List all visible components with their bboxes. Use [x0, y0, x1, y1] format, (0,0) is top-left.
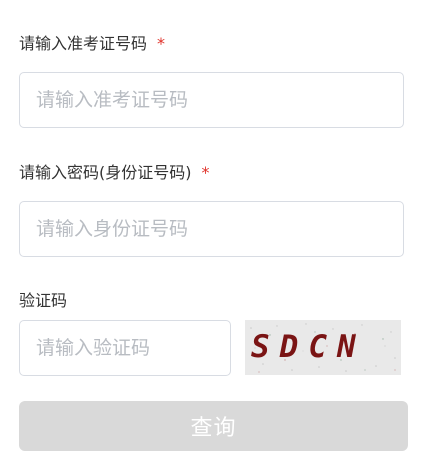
exam-number-label-text: 请输入准考证号码	[19, 34, 148, 53]
password-label-text: 请输入密码(身份证号码)	[19, 163, 192, 182]
exam-number-input[interactable]	[20, 73, 403, 127]
captcha-text: SDCN	[251, 329, 366, 365]
captcha-label: 验证码	[19, 290, 67, 312]
required-mark: *	[157, 34, 166, 53]
required-mark: *	[201, 163, 210, 182]
captcha-field[interactable]	[19, 320, 231, 376]
password-label: 请输入密码(身份证号码) *	[19, 162, 210, 184]
captcha-image[interactable]: SDCN	[245, 320, 401, 375]
password-field[interactable]	[19, 201, 404, 257]
captcha-label-text: 验证码	[19, 291, 68, 310]
query-button[interactable]: 查询	[19, 401, 408, 451]
captcha-input[interactable]	[20, 321, 230, 375]
exam-number-label: 请输入准考证号码 *	[19, 33, 165, 55]
exam-number-field[interactable]	[19, 72, 404, 128]
password-input[interactable]	[20, 202, 403, 256]
